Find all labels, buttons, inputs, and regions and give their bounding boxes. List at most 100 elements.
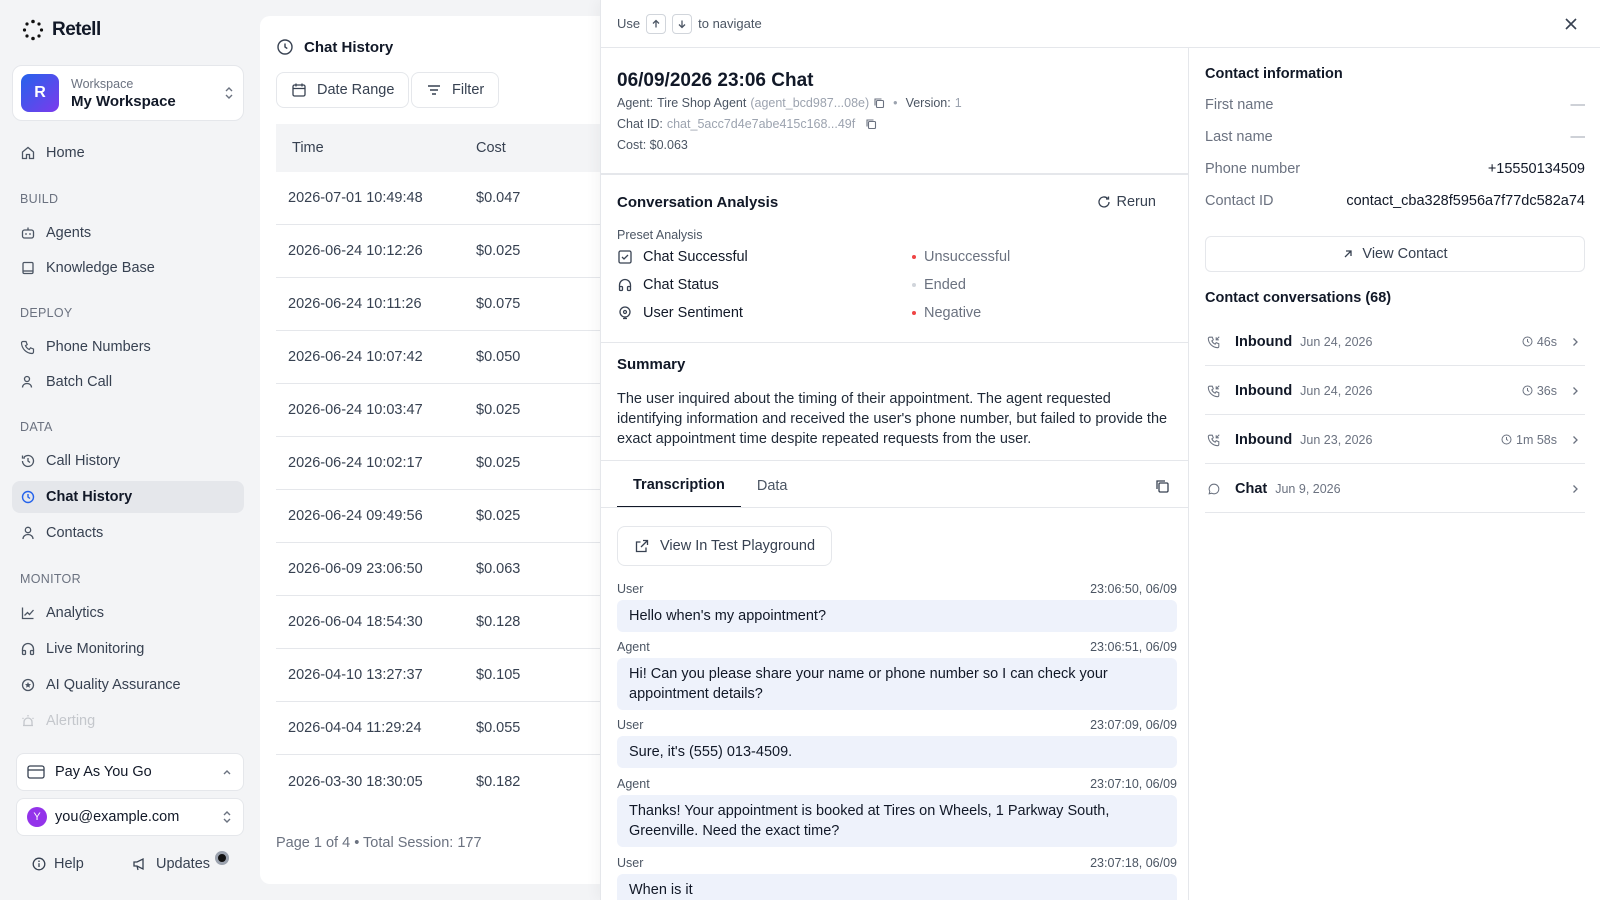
plan-selector[interactable]: Pay As You Go [16,753,244,791]
conversation-item[interactable]: Inbound Jun 24, 2026 36s [1205,367,1585,415]
copy-icon[interactable] [873,97,885,109]
table-row[interactable]: 2026-06-24 10:02:17 $0.025 [276,437,600,490]
message-bubble: Thanks! Your appointment is booked at Ti… [617,795,1177,847]
conversation-item[interactable]: Inbound Jun 24, 2026 46s [1205,318,1585,366]
table-row[interactable]: 2026-06-24 10:11:26 $0.075 [276,278,600,331]
table-row[interactable]: 2026-07-01 10:49:48 $0.047 [276,172,600,225]
workspace-name: My Workspace [71,92,176,110]
table-row[interactable]: 2026-04-04 11:29:24 $0.055 [276,702,600,755]
logo[interactable]: Retell [22,19,101,41]
cell-time: 2026-04-10 13:27:37 [288,667,423,683]
chevron-up-down-icon [225,87,233,99]
contact-field-label: Phone number [1205,161,1301,177]
filter-button[interactable]: Filter [411,72,500,108]
robot-icon [21,227,35,239]
updates-link[interactable]: Updates [132,856,210,872]
workspace-switcher[interactable]: R Workspace My Workspace [12,65,244,121]
filter-label: Filter [452,82,485,98]
sidebar-item-analytics[interactable]: Analytics [12,597,244,629]
view-contact-button[interactable]: View Contact [1205,236,1585,272]
brand-name: Retell [52,19,101,40]
sidebar-item-agents[interactable]: Agents [12,217,244,249]
cell-cost: $0.025 [476,402,521,418]
tab-transcription[interactable]: Transcription [617,464,741,508]
contact-field-value: contact_cba328f5956a7f77dc582a74 [1346,193,1585,209]
agent-prefix: Agent: [617,96,654,110]
section-label-data: DATA [20,420,53,434]
conversation-item[interactable]: Inbound Jun 23, 2026 1m 58s [1205,416,1585,464]
phone-incoming-icon [1207,433,1220,446]
sidebar-item-call-history[interactable]: Call History [12,445,244,477]
cell-time: 2026-07-01 10:49:48 [288,190,423,206]
table-row[interactable]: 2026-06-24 09:49:56 $0.025 [276,490,600,543]
plan-label: Pay As You Go [55,764,152,780]
chevron-right-icon [1573,435,1578,444]
sidebar-item-phone-numbers[interactable]: Phone Numbers [12,331,244,363]
sidebar-item-live-monitoring[interactable]: Live Monitoring [12,633,244,665]
table-row[interactable]: 2026-06-24 10:03:47 $0.025 [276,384,600,437]
sidebar-item-label: Call History [46,453,121,469]
chat-history-icon [277,39,293,55]
siren-icon [22,715,34,727]
workspace-label: Workspace [71,76,134,91]
cell-time: 2026-03-30 18:30:05 [288,773,423,790]
divider [601,342,1188,343]
tab-data[interactable]: Data [741,464,804,508]
cell-cost: $0.047 [476,190,521,206]
sidebar-item-label: Batch Call [46,374,113,390]
chat-history-panel: Chat History Date Range Filter Time Cost… [260,16,600,884]
refresh-icon [1097,196,1110,208]
table-row[interactable]: 2026-06-24 10:07:42 $0.050 [276,331,600,384]
user-switcher[interactable]: Y you@example.com [16,798,244,836]
agent-meta: Agent: Tire Shop Agent (agent_bcd987...08e… [617,96,962,110]
message-bubble: Sure, it's (555) 013-4509. [617,736,1177,768]
date-range-button[interactable]: Date Range [276,72,410,108]
divider [601,507,1188,508]
conversation-duration: 36s [1536,383,1557,398]
conversation-item[interactable]: Chat Jun 9, 2026 [1205,465,1585,513]
table-row[interactable]: 2026-03-30 18:30:05 $0.182 [276,755,600,808]
divider [601,173,1188,175]
column-header-time[interactable]: Time [276,140,476,156]
sidebar-item-batch-call[interactable]: Batch Call [12,366,244,398]
message-time: 23:06:51, 06/09 [1090,640,1177,654]
table-row[interactable]: 2026-06-24 10:12:26 $0.025 [276,225,600,278]
copy-icon[interactable] [1154,478,1170,494]
close-icon[interactable] [1561,14,1581,34]
updates-label: Updates [156,856,211,872]
table-row[interactable]: 2026-04-10 13:27:37 $0.105 [276,649,600,702]
user-icon [22,526,34,540]
contact-field-label: Contact ID [1205,193,1274,209]
copy-icon[interactable] [865,118,877,130]
sidebar-item-home[interactable]: Home [12,137,244,169]
sidebar-item-label: Chat History [46,489,133,505]
user-avatar: Y [27,807,47,827]
sidebar-item-ai-quality-assurance[interactable]: AI Quality Assurance [12,669,244,701]
cell-time: 2026-06-04 18:54:30 [288,614,423,630]
agent-name[interactable]: Tire Shop Agent [657,96,746,110]
drawer-topbar: Use to navigate [601,0,1600,48]
help-link[interactable]: Help [32,856,84,872]
chevron-right-icon [1573,337,1578,346]
view-in-test-playground-button[interactable]: View In Test Playground [617,526,833,566]
sidebar-item-contacts[interactable]: Contacts [12,517,244,549]
column-header-cost[interactable]: Cost [476,140,506,156]
table-row[interactable]: 2026-06-09 23:06:50 $0.063 [276,543,600,596]
analysis-value: Negative [924,305,982,321]
sidebar-item-alerting[interactable]: Alerting [12,705,244,737]
phone-incoming-icon [1207,335,1220,348]
chat-id-meta: Chat ID: chat_5acc7d4e7abe415c168...49f [617,117,877,131]
rerun-button[interactable]: Rerun [1097,194,1156,210]
contact-field-value: — [1570,129,1586,145]
clock-icon [1501,434,1512,445]
arrow-up-key[interactable] [646,13,667,34]
table-row[interactable]: 2026-06-04 18:54:30 $0.128 [276,596,600,649]
sidebar-item-knowledge-base[interactable]: Knowledge Base [12,252,244,284]
message-header: Agent 23:06:51, 06/09 [617,640,1177,654]
sidebar-item-chat-history[interactable]: Chat History [12,481,244,513]
cell-cost: $0.025 [476,508,521,524]
page-title: Chat History [276,38,393,56]
arrow-down-key[interactable] [672,13,693,34]
sidebar-item-label: AI Quality Assurance [46,677,181,693]
cell-time: 2026-06-24 10:12:26 [288,243,423,259]
